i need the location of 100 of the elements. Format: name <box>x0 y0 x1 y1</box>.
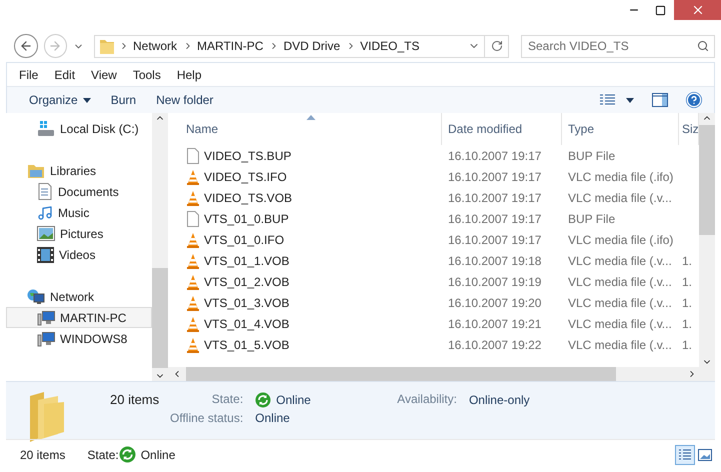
toolbar-button[interactable]: New folder <box>146 90 224 110</box>
property-value: Online-only <box>468 392 530 408</box>
breadcrumb[interactable]: Network <box>133 39 184 53</box>
menu-item[interactable]: Tools <box>124 68 169 82</box>
document-icon <box>186 148 200 164</box>
item-count: 20 items <box>110 392 160 407</box>
help-icon[interactable] <box>686 92 702 108</box>
item-count: 20 items <box>20 448 66 462</box>
nav-item[interactable]: Videos <box>6 244 152 265</box>
file-name-cell[interactable]: VTS_01_4.VOB <box>180 316 442 332</box>
file-name-cell[interactable]: VIDEO_TS.IFO <box>180 168 442 184</box>
traffic-cone-icon <box>186 232 200 248</box>
file-name-cell[interactable]: VTS_01_0.IFO <box>180 232 442 248</box>
menu-item[interactable]: Edit <box>46 68 84 82</box>
maximize-icon <box>655 4 666 16</box>
computer-icon <box>37 330 55 346</box>
file-name-cell[interactable]: VTS_01_1.VOB <box>180 252 442 268</box>
scrollbar[interactable] <box>152 113 168 381</box>
traffic-cone-icon <box>186 274 200 290</box>
folder-icon <box>99 37 115 55</box>
date-cell-text: 16.10.2007 19:22 <box>447 338 542 352</box>
music-note-icon <box>37 204 53 220</box>
breadcrumb[interactable]: MARTIN-PC <box>197 39 270 53</box>
type-cell-text: VLC media file (.v... <box>567 296 673 310</box>
film-strip-icon <box>37 246 54 262</box>
date-cell-text: 16.10.2007 19:17 <box>447 170 542 184</box>
file-name-cell[interactable]: VTS_01_3.VOB <box>180 294 442 310</box>
nav-item[interactable]: Local Disk (C:) <box>6 118 152 139</box>
traffic-cone-icon <box>186 294 200 310</box>
network-globe-icon <box>27 288 45 304</box>
traffic-cone-icon <box>186 316 200 332</box>
file-name-cell[interactable]: VTS_01_0.BUP <box>180 210 442 226</box>
right-arrow-icon <box>48 39 62 53</box>
nav-item[interactable]: Libraries <box>6 160 152 181</box>
date-cell-text: 16.10.2007 19:19 <box>447 274 542 288</box>
type-cell-text: VLC media file (.ifo) <box>567 232 674 246</box>
date-cell-text: 16.10.2007 19:17 <box>447 148 542 162</box>
sync-icon <box>118 446 136 463</box>
nav-item[interactable]: Music <box>6 202 152 223</box>
preview-pane-icon[interactable] <box>652 93 668 107</box>
property-value: Online <box>255 411 291 425</box>
traffic-cone-icon <box>186 252 200 268</box>
type-cell-text: VLC media file (.v... <box>567 338 673 352</box>
state-value: Online <box>140 448 176 462</box>
toolbar-button[interactable]: Organize <box>19 90 101 110</box>
back-button[interactable] <box>14 34 38 58</box>
date-cell-text: 16.10.2007 19:20 <box>447 296 542 310</box>
view-options-icon[interactable] <box>600 94 634 106</box>
scrollbar[interactable] <box>699 113 715 367</box>
nav-item[interactable]: Pictures <box>6 223 152 244</box>
file-name-cell[interactable]: VTS_01_5.VOB <box>180 336 442 352</box>
nav-item[interactable]: Documents <box>6 181 152 202</box>
document-icon <box>186 210 200 226</box>
nav-item[interactable]: Network <box>6 286 152 307</box>
nav-item[interactable]: MARTIN-PC <box>6 307 152 328</box>
date-cell-text: 16.10.2007 19:17 <box>447 190 542 204</box>
size-cell-text: 1. <box>681 254 694 268</box>
breadcrumb[interactable]: VIDEO_TS <box>360 39 426 53</box>
details-view-icon <box>678 448 692 462</box>
column-header[interactable]: Type <box>562 113 679 145</box>
breadcrumb[interactable]: DVD Drive <box>283 39 346 53</box>
size-cell-text: 1. <box>681 316 694 330</box>
horizontal-scrollbar[interactable] <box>168 367 715 381</box>
type-cell-text: VLC media file (.v... <box>567 274 673 288</box>
property-label: Availability: <box>397 392 457 408</box>
traffic-cone-icon <box>186 190 200 206</box>
size-cell-text: 1. <box>681 296 694 310</box>
traffic-cone-icon <box>186 168 200 184</box>
hard-drive-icon <box>37 120 55 136</box>
file-name-cell[interactable]: VIDEO_TS.BUP <box>180 148 442 164</box>
search-icon <box>697 40 709 52</box>
column-header[interactable]: Date modified <box>442 113 562 145</box>
type-cell-text: BUP File <box>567 212 616 226</box>
traffic-cone-icon <box>186 336 200 352</box>
type-cell-text: VLC media file (.v... <box>567 254 673 268</box>
close-button[interactable] <box>674 0 721 20</box>
toolbar-button[interactable]: Burn <box>100 90 146 110</box>
column-header[interactable]: Name <box>180 113 442 145</box>
caret-icon <box>82 98 91 102</box>
type-cell-text: BUP File <box>567 148 616 162</box>
date-cell-text: 16.10.2007 19:18 <box>447 254 542 268</box>
nav-item[interactable]: WINDOWS8 <box>6 328 152 349</box>
search-field[interactable]: Search VIDEO_TS <box>521 34 715 58</box>
property-label: State: <box>210 392 244 408</box>
view-button[interactable] <box>675 444 695 464</box>
date-cell-text: 16.10.2007 19:21 <box>447 316 542 330</box>
refresh-icon <box>490 40 502 52</box>
menu-item[interactable]: File <box>11 68 46 82</box>
computer-icon <box>37 310 55 326</box>
file-name-cell[interactable]: VIDEO_TS.VOB <box>180 190 442 206</box>
date-cell-text: 16.10.2007 19:17 <box>447 212 542 226</box>
type-cell-text: VLC media file (.ifo) <box>567 170 674 184</box>
file-name-cell[interactable]: VTS_01_2.VOB <box>180 274 442 290</box>
picture-icon <box>37 226 55 241</box>
address-bar[interactable]: Network MARTIN-PC DVD Drive VIDEO_TS <box>94 34 509 58</box>
menu-item[interactable]: Help <box>168 68 210 82</box>
state-label: State: <box>87 448 119 462</box>
property-value: Online <box>255 392 386 408</box>
menu-item[interactable]: View <box>83 68 125 82</box>
date-cell-text: 16.10.2007 19:17 <box>447 232 542 246</box>
